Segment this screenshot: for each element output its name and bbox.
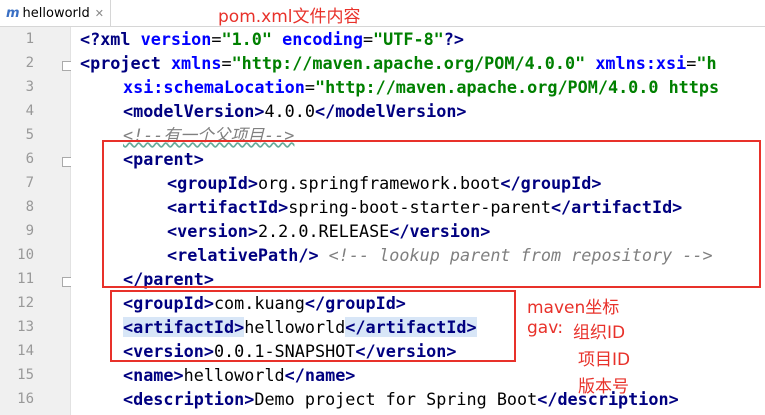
code-line-3: xsi:schemaLocation="http://maven.apache.… bbox=[123, 75, 719, 99]
xml-decl-open: <?xml bbox=[80, 29, 141, 49]
attr-name: xmlns bbox=[170, 53, 222, 73]
close-icon[interactable]: ✕ bbox=[95, 7, 104, 20]
tag-text: 4.0.0 bbox=[264, 101, 315, 121]
groupid-annotation: 组织ID bbox=[573, 323, 626, 343]
tag-open: <name> bbox=[123, 365, 184, 385]
attr-name: version bbox=[140, 29, 212, 49]
code-line-1: <?xml version="1.0" encoding="UTF-8"?> bbox=[80, 27, 464, 51]
code-line-15: <name>helloworld</name> bbox=[123, 363, 355, 387]
tag-close: </name> bbox=[284, 365, 356, 385]
attr-value: "1.0" bbox=[221, 29, 272, 49]
line-number: 15 bbox=[17, 367, 34, 383]
line-number: 1 bbox=[25, 31, 34, 47]
attr-name: encoding bbox=[282, 29, 363, 49]
attr-value: "http://maven.apache.org/POM/4.0.0 https bbox=[314, 77, 720, 97]
line-number: 2 bbox=[25, 55, 34, 71]
title-annotation: pom.xml文件内容 bbox=[218, 7, 361, 27]
attr-value: "http://maven.apache.org/POM/4.0.0" bbox=[231, 53, 586, 73]
gav-label-annotation: gav: bbox=[527, 318, 564, 338]
attr-name: xsi:schemaLocation bbox=[123, 77, 305, 97]
attr-eq: = bbox=[686, 53, 697, 73]
line-number: 10 bbox=[17, 247, 34, 263]
maven-icon: m bbox=[6, 5, 20, 21]
tag-text: Demo project for Spring Boot bbox=[254, 389, 538, 409]
attr-value: "h bbox=[696, 53, 717, 73]
code-line-2: <project xmlns="http://maven.apache.org/… bbox=[80, 51, 717, 75]
line-number: 8 bbox=[25, 199, 34, 215]
code-line-4: <modelVersion>4.0.0</modelVersion> bbox=[123, 99, 467, 123]
line-number: 12 bbox=[17, 295, 34, 311]
parent-highlight-box bbox=[102, 140, 761, 288]
line-number: 16 bbox=[17, 391, 34, 407]
line-number: 4 bbox=[25, 103, 34, 119]
tag-open: <modelVersion> bbox=[123, 101, 265, 121]
attr-name: xmlns:xsi bbox=[595, 53, 687, 73]
attr-eq: = bbox=[362, 29, 374, 49]
attr-eq: = bbox=[211, 29, 222, 49]
attr-eq: = bbox=[221, 53, 232, 73]
tab-helloworld[interactable]: m helloworld ✕ bbox=[0, 0, 111, 26]
version-annotation: 版本号 bbox=[578, 377, 629, 397]
tab-label: helloworld bbox=[22, 5, 90, 21]
line-number: 13 bbox=[17, 319, 34, 335]
line-number: 6 bbox=[25, 151, 34, 167]
xml-decl-close: ?> bbox=[443, 29, 464, 49]
line-number: 14 bbox=[17, 343, 34, 359]
editor-tab-bar: m helloworld ✕ pom.xml文件内容 bbox=[0, 0, 765, 27]
tag-close: </modelVersion> bbox=[314, 101, 467, 121]
line-number: 9 bbox=[25, 223, 34, 239]
attr-eq: = bbox=[304, 77, 315, 97]
artifactid-annotation: 项目ID bbox=[578, 350, 631, 370]
gav-title-annotation: maven坐标 bbox=[527, 298, 620, 318]
line-number-gutter: 1 2 3 4 5 6 7 8 9 10 11 12 13 14 15 16 bbox=[0, 27, 72, 415]
attr-value: "UTF-8" bbox=[373, 29, 444, 49]
line-number: 3 bbox=[25, 79, 34, 95]
tag-open: <description> bbox=[123, 389, 255, 409]
line-number: 11 bbox=[17, 271, 34, 287]
gav-highlight-box bbox=[110, 290, 516, 362]
line-number: 5 bbox=[25, 127, 34, 143]
tag-text: helloworld bbox=[183, 365, 285, 385]
line-number: 7 bbox=[25, 175, 34, 191]
tag-open: <project bbox=[80, 53, 171, 73]
